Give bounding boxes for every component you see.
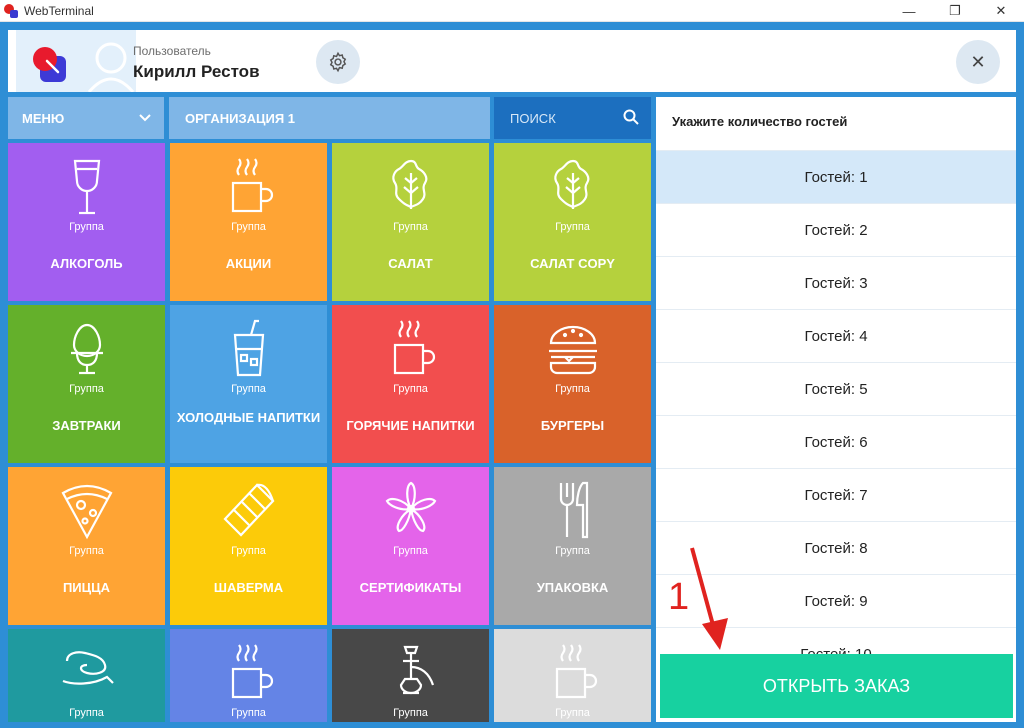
tile-group-label: Группа (69, 221, 104, 233)
pizza-slice-icon (61, 484, 112, 540)
app-logo-icon (33, 47, 66, 82)
tile-group-label: Группа (393, 545, 428, 557)
snail-icon (62, 651, 114, 685)
tile-row4-2[interactable]: Группа (170, 629, 327, 722)
tile-hot-drinks[interactable]: Группа ГОРЯЧИЕ НАПИТКИ (332, 305, 489, 463)
user-label: Пользователь (133, 44, 211, 58)
coffee-cup-icon (231, 158, 273, 213)
tile-group-label: Группа (69, 545, 104, 557)
tile-group-label: Группа (69, 383, 104, 395)
coffee-cup-icon (555, 644, 597, 699)
hot-drink-icon (393, 320, 435, 375)
guests-panel-title: Укажите количество гостей (672, 114, 848, 129)
tile-group-label: Группа (555, 383, 590, 395)
guest-option-7[interactable]: Гостей: 7 (656, 468, 1016, 521)
tile-name: ГОРЯЧИЕ НАПИТКИ (346, 418, 475, 433)
guest-option-6[interactable]: Гостей: 6 (656, 415, 1016, 468)
lettuce-icon (553, 159, 589, 209)
tile-name: САЛАТ (388, 256, 433, 271)
burger-icon (548, 325, 597, 375)
hookah-icon (399, 645, 434, 695)
guest-option-2[interactable]: Гостей: 2 (656, 203, 1016, 256)
chevron-down-icon (139, 114, 151, 122)
tile-name: УПАКОВКА (536, 580, 609, 595)
search-icon (623, 109, 639, 125)
restore-button[interactable]: ❐ (932, 0, 978, 22)
organization-selector[interactable]: ОРГАНИЗАЦИЯ 1 (169, 97, 490, 139)
coffee-cup-icon (231, 644, 273, 699)
tile-group-label: Группа (555, 545, 590, 557)
app-icon (4, 4, 18, 18)
tile-row4-4[interactable]: Группа (494, 629, 651, 722)
flower-icon (385, 481, 436, 533)
tile-name: АКЦИИ (225, 256, 272, 271)
tile-group-label: Группа (231, 383, 266, 395)
gear-icon (329, 51, 347, 73)
close-icon: ✕ (970, 51, 986, 72)
tile-row4-3[interactable]: Группа (332, 629, 489, 722)
settings-button[interactable] (316, 40, 360, 84)
tile-promotions[interactable]: Группа АКЦИИ (170, 143, 327, 301)
guest-option-1[interactable]: Гостей: 1 (656, 150, 1016, 203)
tile-group-label: Группа (231, 221, 266, 233)
annotation-arrow-icon (690, 547, 728, 650)
tile-name: ХОЛОДНЫЕ НАПИТКИ (176, 410, 321, 425)
open-order-button[interactable]: ОТКРЫТЬ ЗАКАЗ (660, 654, 1013, 718)
user-name: Кирилл Рестов (133, 62, 260, 81)
tile-breakfast[interactable]: Группа ЗАВТРАКИ (8, 305, 165, 463)
window-title: WebTerminal (24, 4, 94, 18)
guest-option-3[interactable]: Гостей: 3 (656, 256, 1016, 309)
tile-name: САЛАТ COPY (530, 256, 615, 271)
organization-label: ОРГАНИЗАЦИЯ 1 (185, 110, 296, 126)
tile-burgers[interactable]: Группа БУРГЕРЫ (494, 305, 651, 463)
tile-pizza[interactable]: Группа ПИЦЦА (8, 467, 165, 625)
user-silhouette-icon (87, 42, 135, 92)
tile-name: АЛКОГОЛЬ (50, 256, 123, 271)
wine-glass-icon (73, 159, 100, 215)
tile-group-label: Группа (393, 383, 428, 395)
tile-group-label: Группа (69, 707, 104, 719)
tile-shawarma[interactable]: Группа ШАВЕРМА (170, 467, 327, 625)
tile-group-label: Группа (393, 707, 428, 719)
tile-packaging[interactable]: Группа УПАКОВКА (494, 467, 651, 625)
logo-area (16, 30, 136, 92)
tile-group-label: Группа (555, 707, 590, 719)
tile-alcohol[interactable]: Группа АЛКОГОЛЬ (8, 143, 165, 301)
lettuce-icon (391, 159, 427, 209)
tile-group-label: Группа (393, 221, 428, 233)
menu-dropdown[interactable]: МЕНЮ (8, 97, 164, 139)
shawarma-icon (222, 483, 275, 537)
tile-name: БУРГЕРЫ (540, 418, 605, 433)
menu-dropdown-label: МЕНЮ (22, 110, 65, 126)
fork-knife-icon (559, 481, 588, 539)
window-close-button[interactable]: ✕ (978, 0, 1024, 22)
tile-row4-1[interactable]: Группа (8, 629, 165, 722)
tile-name: СЕРТИФИКАТЫ (359, 580, 462, 595)
tile-name: ШАВЕРМА (213, 580, 284, 595)
window-titlebar: WebTerminal — ❐ ✕ (0, 0, 1024, 22)
tile-group-label: Группа (231, 545, 266, 557)
tile-group-label: Группа (555, 221, 590, 233)
guest-option-5[interactable]: Гостей: 5 (656, 362, 1016, 415)
search-input[interactable]: ПОИСК (494, 97, 651, 139)
cold-drink-icon (233, 319, 264, 377)
search-placeholder: ПОИСК (510, 110, 556, 126)
egg-icon (70, 323, 103, 375)
tile-name: ЗАВТРАКИ (52, 418, 121, 433)
guest-option-4[interactable]: Гостей: 4 (656, 309, 1016, 362)
tile-salad-copy[interactable]: Группа САЛАТ COPY (494, 143, 651, 301)
minimize-button[interactable]: — (886, 0, 932, 22)
tile-cold-drinks[interactable]: Группа ХОЛОДНЫЕ НАПИТКИ (170, 305, 327, 463)
tile-name: ПИЦЦА (62, 580, 111, 595)
close-button[interactable]: ✕ (956, 40, 1000, 84)
tile-certificates[interactable]: Группа СЕРТИФИКАТЫ (332, 467, 489, 625)
tile-salad[interactable]: Группа САЛАТ (332, 143, 489, 301)
tile-group-label: Группа (231, 707, 266, 719)
header-bar (8, 30, 1016, 92)
